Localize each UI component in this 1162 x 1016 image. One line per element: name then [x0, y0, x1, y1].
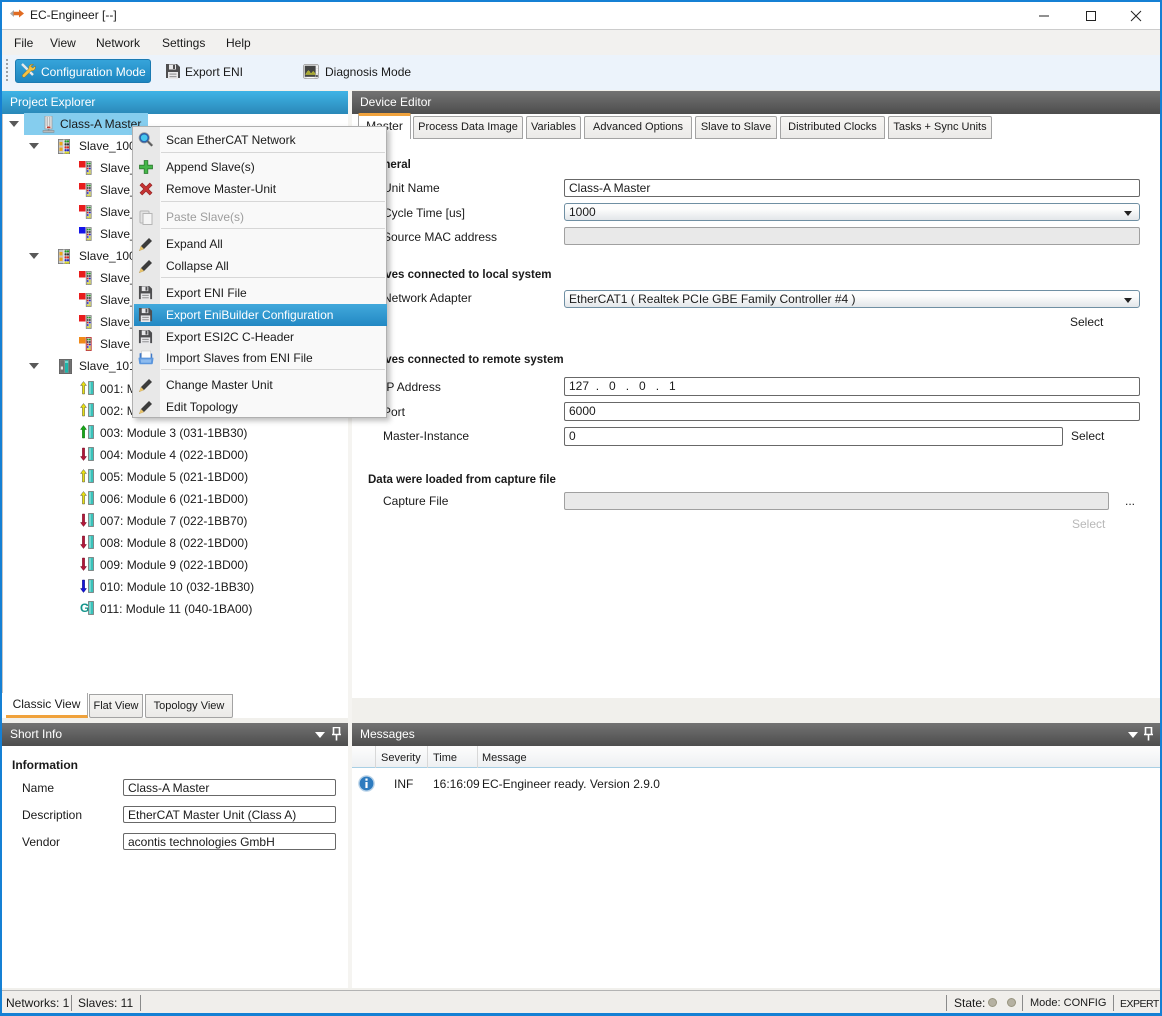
svg-text:G: G [80, 601, 89, 615]
